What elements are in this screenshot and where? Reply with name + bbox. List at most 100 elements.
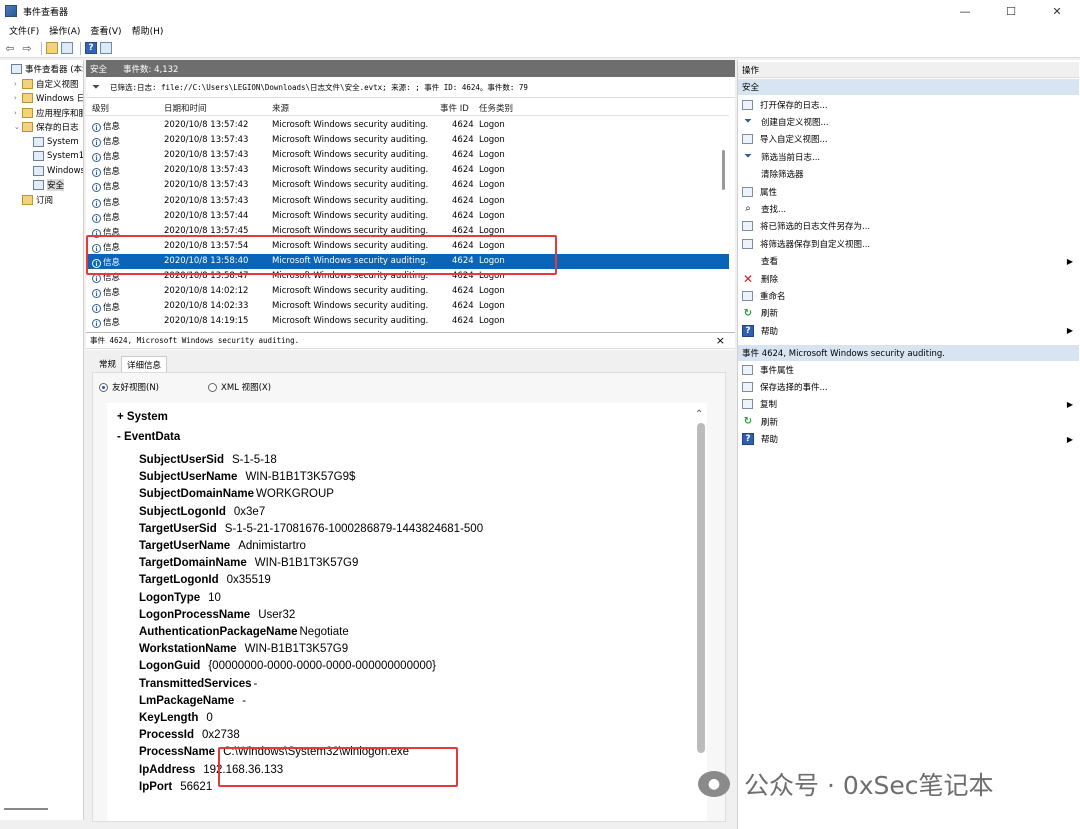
xml-view-option[interactable]: XML 视图(X) [208,381,271,393]
tree-item[interactable]: System1 [25,149,83,163]
event-row[interactable]: i 信息 2020/10/8 13:57:43 Microsoft Windows s… [86,133,729,148]
cell-source: Microsoft Windows security auditing. [272,165,429,176]
event-data-value[interactable]: WIN-B1B1T3K57G9 [255,557,359,569]
tree-item[interactable]: 订阅 [14,193,53,207]
action-item[interactable]: 保存选择的事件... [738,378,1079,395]
event-data-value[interactable]: 56621 [180,781,212,793]
event-data-value[interactable]: 0 [206,712,212,724]
event-data-row: LmPackageName - [139,695,246,712]
event-data-value[interactable]: 0x3e7 [234,506,265,518]
tree-item[interactable]: › Windows 日志 [14,91,83,105]
back-arrow-icon[interactable]: ⇦ [3,41,17,55]
detail-close-icon[interactable]: × [716,334,725,347]
tree-item-label: System [47,136,79,147]
event-data-value[interactable]: {00000000-0000-0000-0000-000000000000} [208,660,436,672]
column-datetime[interactable]: 日期和时间 [164,102,207,114]
expand-chevron-icon[interactable]: › [14,109,22,117]
menu-file[interactable]: 文件(F) [4,24,44,37]
actions-section-event[interactable]: 事件 4624, Microsoft Windows security audi… [738,345,1079,361]
event-data-value[interactable]: WORKGROUP [256,488,334,500]
action-item[interactable]: 将筛选器保存到自定义视图... [738,235,1079,252]
column-level[interactable]: 级别 [92,102,109,114]
menu-action[interactable]: 操作(A) [44,24,85,37]
action-item[interactable]: ⏷ 筛选当前日志... [738,148,1079,165]
tree-item[interactable]: ⌄ 保存的日志 [14,120,79,134]
action-item[interactable]: 将已筛选的日志文件另存为... [738,218,1079,235]
event-row[interactable]: i 信息 2020/10/8 13:57:43 Microsoft Windows s… [86,163,729,178]
action-item[interactable]: 事件属性 [738,361,1079,378]
expand-chevron-icon[interactable]: › [14,94,22,102]
radio-unchecked-icon[interactable] [208,382,217,392]
column-task-category[interactable]: 任务类别 [479,102,513,114]
event-data-value[interactable]: S-1-5-18 [232,454,277,466]
action-item[interactable]: ? 帮助 ▶ [738,431,1079,448]
folder-up-icon[interactable] [46,42,58,54]
scroll-up-icon[interactable]: ⌃ [695,409,703,420]
action-item[interactable]: ? 帮助 ▶ [738,322,1079,339]
event-row[interactable]: i 信息 2020/10/8 13:57:44 Microsoft Windows s… [86,209,729,224]
action-item[interactable]: ✕ 删除 [738,270,1079,287]
action-item[interactable]: 查看 ▶ [738,253,1079,270]
event-data-value[interactable]: Adnimistartro [238,540,306,552]
eventdata-node[interactable]: - EventData [117,431,180,443]
tree-item[interactable]: Windows [25,164,83,178]
tree-item[interactable]: › 应用程序和服务日志 [14,106,83,120]
tree-item[interactable]: 事件查看器 (本地) [3,62,83,76]
show-hide-tree-icon[interactable] [61,42,73,54]
minimize-button[interactable]: — [942,0,988,22]
event-row[interactable]: i 信息 2020/10/8 13:57:43 Microsoft Windows s… [86,178,729,193]
menu-view[interactable]: 查看(V) [85,24,126,37]
action-item[interactable]: ↻ 刷新 [738,305,1079,322]
event-data-value[interactable]: WIN-B1B1T3K57G9 [245,643,349,655]
action-item[interactable]: ↻ 刷新 [738,413,1079,430]
expand-chevron-icon[interactable]: › [14,80,22,88]
tree-item[interactable]: 安全 [25,178,65,192]
event-data-value[interactable]: S-1-5-21-17081676-1000286879-1443824681-… [225,523,483,535]
maximize-button[interactable]: ☐ [988,0,1034,22]
forward-arrow-icon[interactable]: ⇨ [20,41,34,55]
event-data-value[interactable]: Negotiate [300,626,349,638]
detail-scrollbar[interactable]: ⌃ [695,409,705,821]
column-source[interactable]: 来源 [272,102,289,114]
event-data-value[interactable]: User32 [258,609,295,621]
action-item[interactable]: 复制 ▶ [738,396,1079,413]
event-data-value[interactable]: 0x35519 [227,574,271,586]
friendly-view-option[interactable]: 友好视图(N) [99,381,159,393]
event-data-value[interactable]: WIN-B1B1T3K57G9$ [245,471,355,483]
expand-chevron-icon[interactable]: ⌄ [14,123,22,131]
level-text: 信息 [103,167,121,178]
menu-help[interactable]: 帮助(H) [127,24,169,37]
close-button[interactable]: ✕ [1034,0,1080,22]
event-row[interactable]: i 信息 2020/10/8 13:57:43 Microsoft Windows s… [86,148,729,163]
action-item[interactable]: 打开保存的日志... [738,96,1079,113]
column-event-id[interactable]: 事件 ID [440,102,469,114]
tab-general[interactable]: 常规 [94,356,121,372]
action-item[interactable]: 清除筛选器 [738,166,1079,183]
action-item[interactable]: ⏷ 创建自定义视图... [738,113,1079,130]
action-item[interactable]: 导入自定义视图... [738,131,1079,148]
event-row[interactable]: i 信息 2020/10/8 14:02:33 Microsoft Windows s… [86,299,729,314]
tree-item[interactable]: System [25,135,79,149]
actions-section-log[interactable]: 安全 [738,79,1079,95]
event-row[interactable]: i 信息 2020/10/8 14:02:12 Microsoft Windows s… [86,284,729,299]
event-data-row: LogonProcessName User32 [139,609,295,626]
radio-checked-icon[interactable] [99,382,108,392]
action-item[interactable]: 重命名 [738,287,1079,304]
tree-scrollbar[interactable] [4,808,48,810]
show-hide-action-pane-icon[interactable] [100,42,112,54]
event-data-value[interactable]: - [242,695,246,707]
event-data-value[interactable]: 0x2738 [202,729,240,741]
tree-item[interactable]: › 自定义视图 [14,77,79,91]
event-row[interactable]: i 信息 2020/10/8 14:19:15 Microsoft Windows s… [86,314,729,329]
event-data-value[interactable]: 10 [208,592,221,604]
event-row[interactable]: i 信息 2020/10/8 13:57:42 Microsoft Windows s… [86,118,729,133]
info-icon: i [92,198,101,208]
system-node[interactable]: + System [117,411,168,423]
help-icon[interactable]: ? [85,42,97,54]
event-data-value[interactable]: - [254,678,258,690]
scroll-thumb[interactable] [697,423,705,753]
event-row[interactable]: i 信息 2020/10/8 13:57:43 Microsoft Windows s… [86,194,729,209]
action-item[interactable]: ⌕ 查找... [738,200,1079,217]
tab-details[interactable]: 详细信息 [121,356,168,372]
action-item[interactable]: 属性 [738,183,1079,200]
